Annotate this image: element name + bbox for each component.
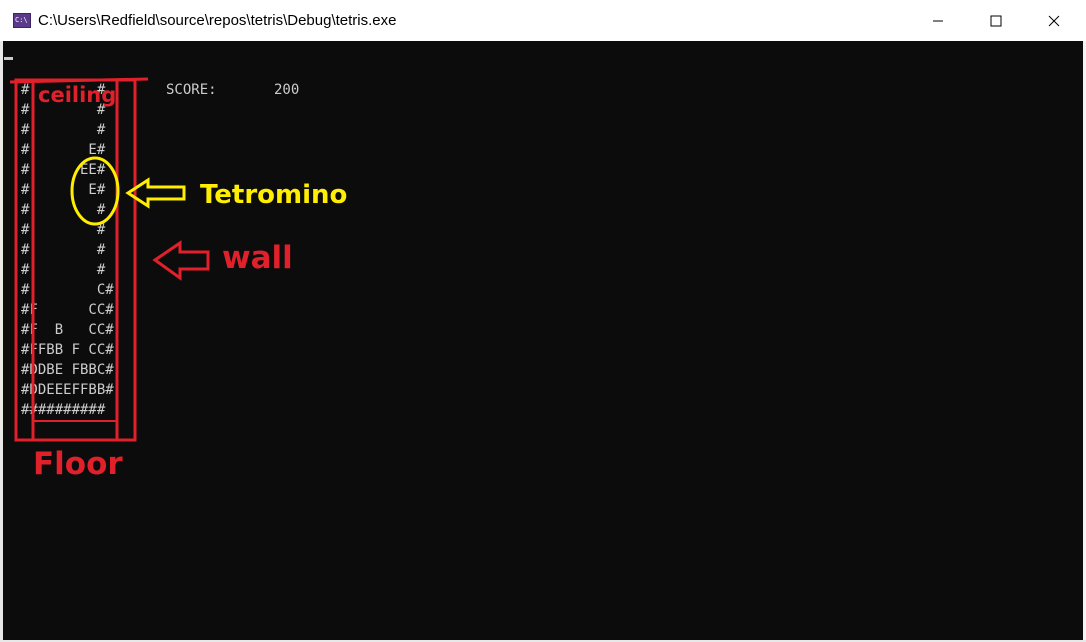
title-bar[interactable]: C:\ C:\Users\Redfield\source\repos\tetri… xyxy=(0,0,1086,41)
board-row: # # xyxy=(21,262,106,278)
board-row: # E# xyxy=(21,182,106,198)
window-title: C:\Users\Redfield\source\repos\tetris\De… xyxy=(38,12,397,29)
board-row: # # xyxy=(21,222,106,238)
board-row: # # xyxy=(21,242,106,258)
wall-annotation-label: wall xyxy=(222,240,293,276)
maximize-icon xyxy=(990,15,1002,26)
board-row: # EE# xyxy=(21,162,106,178)
score-value: 200 xyxy=(274,82,300,98)
board-row: ########## xyxy=(21,402,106,418)
board-row: # # xyxy=(21,122,106,138)
console-area[interactable] xyxy=(3,41,1083,640)
close-icon xyxy=(1048,15,1060,26)
ceiling-annotation-label: ceiling xyxy=(38,83,117,107)
board-row: #DDBE FBBC# xyxy=(21,362,114,378)
board-row: #F CC# xyxy=(21,302,114,318)
tetromino-annotation-label: Tetromino xyxy=(200,180,348,210)
console-cursor xyxy=(4,57,13,60)
console-app-icon: C:\ xyxy=(13,13,31,28)
board-row: #FFBB F CC# xyxy=(21,342,114,358)
score-label: SCORE: xyxy=(166,82,217,98)
board-row: #F B CC# xyxy=(21,322,114,338)
board-row: # # xyxy=(21,202,106,218)
close-button[interactable] xyxy=(1025,0,1083,41)
floor-annotation-label: Floor xyxy=(33,446,123,482)
board-row: #DDEEEFFBB# xyxy=(21,382,114,398)
maximize-button[interactable] xyxy=(967,0,1025,41)
minimize-button[interactable] xyxy=(909,0,967,41)
board-row: # E# xyxy=(21,142,106,158)
tetris-board: # # # # # # # E# # EE# # E# # # # # # # # # # C# #F… xyxy=(21,80,114,420)
board-row: # C# xyxy=(21,282,114,298)
minimize-icon xyxy=(933,20,943,21)
